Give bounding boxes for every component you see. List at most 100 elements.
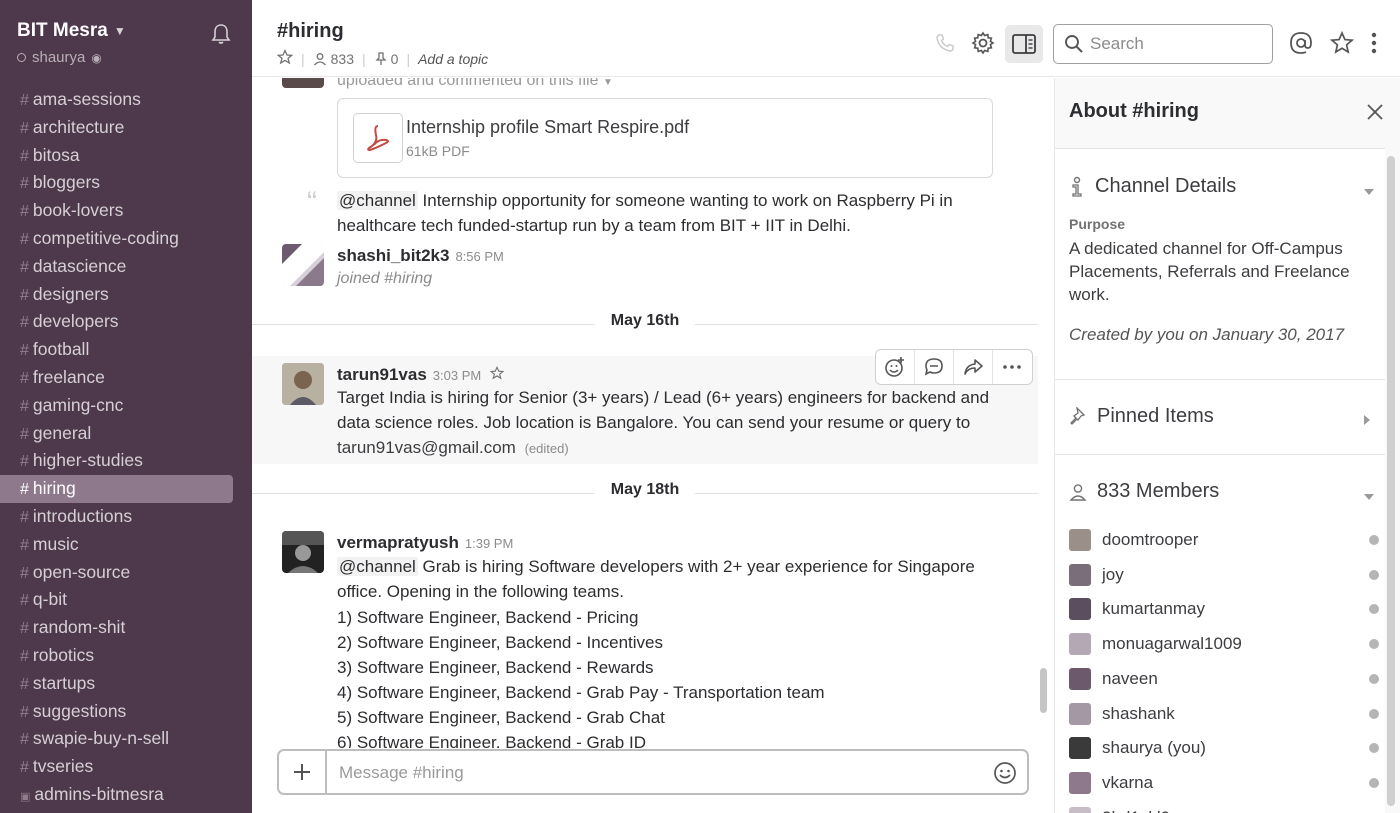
- channel-details-header[interactable]: Channel Details: [1069, 175, 1236, 198]
- channel-list: # ama-sessions # architecture # bitosa # blogge…: [0, 86, 252, 809]
- members-header[interactable]: 833 Members: [1069, 480, 1219, 503]
- member-row[interactable]: kumartanmay: [1069, 596, 1379, 622]
- sidebar-item-introductions[interactable]: # introductions: [0, 503, 233, 531]
- member-row[interactable]: monuagarwal1009: [1069, 631, 1379, 657]
- sidebar-item-tvseries[interactable]: # tvseries: [0, 753, 233, 781]
- sidebar-item-datascience[interactable]: # datascience: [0, 253, 233, 281]
- sidebar-item-q-bit[interactable]: # q-bit: [0, 586, 233, 614]
- channel-mention[interactable]: @channel: [337, 191, 418, 210]
- avatar[interactable]: [282, 244, 324, 286]
- close-icon[interactable]: [1365, 102, 1385, 122]
- sidebar-item-startups[interactable]: # startups: [0, 670, 233, 698]
- hash-icon: #: [20, 92, 29, 109]
- message-timestamp[interactable]: 8:56 PM: [455, 249, 503, 264]
- avatar[interactable]: [282, 78, 324, 88]
- hash-icon: #: [20, 119, 29, 137]
- presence-icon: [1369, 743, 1379, 754]
- sidebar-item-swapie-buy-n-sell[interactable]: # swapie-buy-n-sell: [0, 725, 233, 753]
- sidebar-item-bitosa[interactable]: # bitosa: [0, 142, 233, 170]
- member-row[interactable]: vkarna: [1069, 770, 1379, 796]
- star-icon[interactable]: [276, 48, 294, 68]
- pinned-items-header[interactable]: Pinned Items: [1069, 405, 1214, 428]
- start-thread-button[interactable]: [915, 350, 954, 384]
- sidebar-item-hiring[interactable]: # hiring: [0, 475, 233, 503]
- member-row[interactable]: 3hd1ckl0: [1069, 805, 1379, 813]
- chevron-down-icon[interactable]: [1363, 183, 1375, 195]
- gear-icon[interactable]: [970, 30, 996, 56]
- sidebar-item-admins-bitmesra[interactable]: ▣ admins-bitmesra: [0, 781, 233, 809]
- sidebar-item-label: open-source: [32, 561, 131, 582]
- sidebar-item-freelance[interactable]: # freelance: [0, 364, 233, 392]
- chevron-right-icon[interactable]: [1363, 413, 1375, 425]
- sidebar-item-music[interactable]: # music: [0, 531, 233, 559]
- sidebar-item-developers[interactable]: # developers: [0, 308, 233, 336]
- starred-icon[interactable]: [1329, 30, 1355, 56]
- channel-mention[interactable]: @channel: [337, 557, 418, 576]
- avatar: [1069, 667, 1091, 690]
- mentions-icon[interactable]: [1288, 30, 1314, 56]
- member-count[interactable]: 833: [313, 51, 354, 67]
- avatar[interactable]: [282, 363, 324, 405]
- sidebar-item-ama-sessions[interactable]: # ama-sessions: [0, 86, 233, 114]
- add-reaction-button[interactable]: [876, 350, 915, 384]
- caret-down-icon[interactable]: ▼: [603, 78, 613, 88]
- member-name: shaurya (you): [1102, 738, 1206, 758]
- sidebar-item-gaming-cnc[interactable]: # gaming-cnc: [0, 392, 233, 420]
- avatar[interactable]: [282, 531, 324, 573]
- list-item: 3) Software Engineer, Backend - Rewards: [337, 658, 654, 677]
- sidebar-item-architecture[interactable]: # architecture: [0, 114, 233, 142]
- message-timestamp[interactable]: 3:03 PM: [433, 368, 481, 383]
- more-actions-button[interactable]: [993, 350, 1032, 384]
- search-input[interactable]: [1090, 34, 1260, 54]
- sidebar-item-football[interactable]: # football: [0, 336, 233, 364]
- chevron-down-icon: ▼: [113, 24, 126, 38]
- pinned-items-section[interactable]: Pinned Items: [1055, 380, 1385, 456]
- hash-icon: #: [20, 203, 29, 221]
- emoji-icon[interactable]: [993, 761, 1017, 785]
- member-row[interactable]: joy: [1069, 562, 1379, 588]
- list-item: 5) Software Engineer, Backend - Grab Cha…: [337, 708, 665, 727]
- message-author[interactable]: shashi_bit2k3: [337, 246, 449, 265]
- attach-plus-button[interactable]: [279, 751, 327, 793]
- bell-icon[interactable]: [211, 23, 231, 45]
- panel-scrollbar[interactable]: [1387, 156, 1395, 806]
- message-timestamp[interactable]: 1:39 PM: [465, 536, 513, 551]
- member-row[interactable]: doomtrooper: [1069, 527, 1379, 553]
- pin-count[interactable]: 0: [374, 51, 398, 67]
- add-topic-link[interactable]: Add a topic: [418, 51, 488, 67]
- message-scrollbar[interactable]: [1040, 668, 1047, 713]
- details-panel-toggle[interactable]: [1005, 25, 1043, 63]
- hash-icon: #: [20, 230, 29, 248]
- file-name[interactable]: Internship profile Smart Respire.pdf: [406, 117, 689, 138]
- file-comment: @channel Internship opportunity for some…: [337, 191, 953, 235]
- more-vertical-icon[interactable]: [1364, 30, 1384, 56]
- message-author[interactable]: tarun91vas: [337, 365, 427, 385]
- sidebar-item-bloggers[interactable]: # bloggers: [0, 169, 233, 197]
- presence-icon: [1369, 604, 1379, 615]
- phone-icon[interactable]: [932, 30, 958, 56]
- message-input[interactable]: [339, 760, 959, 786]
- email-link[interactable]: tarun91vas@gmail.com: [337, 438, 516, 457]
- file-attachment[interactable]: Internship profile Smart Respire.pdf 61k…: [337, 98, 993, 178]
- sidebar-item-label: bitosa: [32, 144, 80, 165]
- star-icon[interactable]: [489, 365, 505, 385]
- sidebar-item-open-source[interactable]: # open-source: [0, 559, 233, 587]
- chevron-down-icon[interactable]: [1363, 488, 1375, 500]
- search-box[interactable]: [1053, 24, 1273, 64]
- sidebar-item-book-lovers[interactable]: # book-lovers: [0, 197, 233, 225]
- member-row[interactable]: naveen: [1069, 666, 1379, 692]
- sidebar-item-designers[interactable]: # designers: [0, 281, 233, 309]
- sidebar-item-higher-studies[interactable]: # higher-studies: [0, 447, 233, 475]
- sidebar-item-robotics[interactable]: # robotics: [0, 642, 233, 670]
- sidebar-item-general[interactable]: # general: [0, 420, 233, 448]
- member-row[interactable]: shashank: [1069, 701, 1379, 727]
- sidebar-item-label: gaming-cnc: [32, 394, 124, 415]
- member-row[interactable]: shaurya (you): [1069, 735, 1379, 761]
- share-message-button[interactable]: [954, 350, 993, 384]
- sidebar-item-random-shit[interactable]: # random-shit: [0, 614, 233, 642]
- hash-icon: #: [20, 564, 29, 582]
- sidebar-item-suggestions[interactable]: # suggestions: [0, 698, 233, 726]
- sidebar-item-competitive-coding[interactable]: # competitive-coding: [0, 225, 233, 253]
- team-header[interactable]: BIT Mesra ▼ shaurya ◉: [17, 20, 237, 66]
- message-author[interactable]: vermapratyush: [337, 533, 459, 552]
